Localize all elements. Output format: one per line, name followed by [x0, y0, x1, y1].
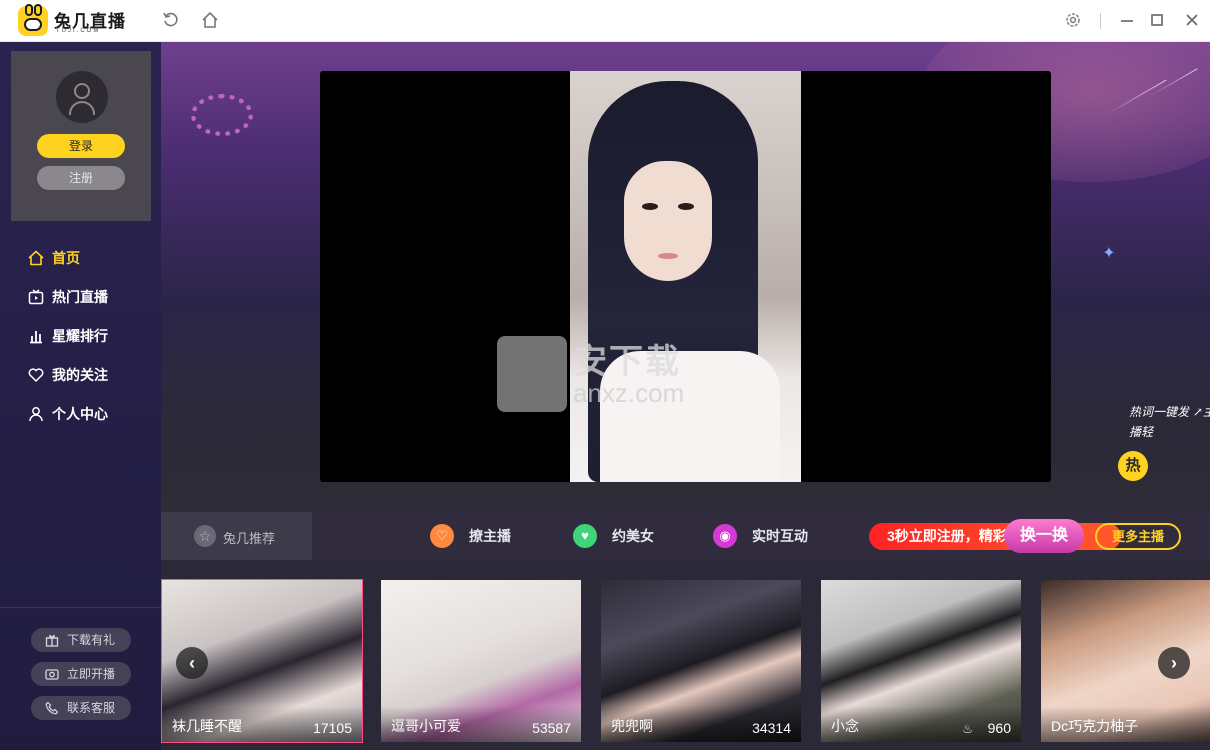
avatar-body — [69, 101, 95, 115]
sidebar-item-label: 个人中心 — [52, 406, 108, 422]
sidebar-item-label: 星耀排行 — [52, 328, 108, 344]
refresh-icon[interactable] — [161, 11, 181, 31]
streamer-name: 小念 — [831, 718, 859, 734]
tab-recommend-label: 兔几推荐 — [223, 531, 276, 546]
user-icon — [29, 407, 43, 422]
tab-label: 约美女 — [612, 528, 654, 544]
streamer-face — [624, 161, 712, 281]
sidebar-item-home[interactable]: 首页 — [28, 247, 148, 269]
tab-recommend[interactable]: ☆ 兔几推荐 — [161, 512, 312, 560]
decorative-ring — [191, 94, 253, 136]
chevron-left-icon[interactable]: ‹ — [176, 647, 208, 679]
sidebar-divider — [0, 607, 161, 608]
watermark-url: anxz.com — [573, 378, 685, 408]
app-logo — [18, 4, 48, 36]
maximize-icon[interactable] — [1147, 11, 1167, 31]
logo-ear — [34, 4, 42, 16]
register-button[interactable]: 注册 — [37, 166, 125, 190]
live-video-player[interactable] — [320, 71, 1051, 482]
chevron-right-icon[interactable]: › — [1158, 647, 1190, 679]
logo-ear — [25, 4, 33, 16]
contact-service-button[interactable]: 联系客服 — [31, 696, 131, 720]
gift-icon — [45, 635, 59, 647]
contact-service-label: 联系客服 — [67, 701, 116, 715]
streamer-card[interactable]: 逗哥小可爱 53587 — [381, 580, 581, 742]
lips-icon: ◉ — [713, 524, 737, 548]
category-tab-bar: ☆ 兔几推荐 ♡ 撩主播 ♥ 约美女 ◉ 实时互动 3秒立即注册，精彩 更多主播… — [161, 512, 1210, 560]
viewer-count: 34314 — [752, 720, 791, 736]
phone-icon — [45, 701, 59, 715]
streamer-name: Dc巧克力柚子 — [1051, 718, 1139, 734]
watermark-text: 安下载 — [573, 343, 681, 381]
start-live-label: 立即开播 — [67, 667, 116, 681]
logo-face — [24, 18, 42, 31]
home-icon — [28, 250, 44, 266]
titlebar-divider — [1100, 13, 1101, 29]
streamer-name: 袜几睡不醒 — [172, 718, 242, 734]
sidebar-item-profile[interactable]: 个人中心 — [28, 403, 148, 425]
streamer-eye — [642, 203, 658, 210]
sidebar-item-ranking[interactable]: 星耀排行 — [28, 325, 148, 347]
login-button[interactable]: 登录 — [37, 134, 125, 158]
viewer-count: 17105 — [313, 720, 352, 736]
streamer-eye — [678, 203, 694, 210]
avatar[interactable] — [56, 71, 108, 123]
hot-words-note: 热词一键发 ↗主播轻 — [1129, 405, 1210, 439]
download-gift-label: 下载有礼 — [67, 633, 116, 647]
home-icon[interactable] — [200, 11, 220, 31]
sidebar-item-label: 热门直播 — [52, 289, 108, 305]
sidebar: 登录 注册 首页 热门直播 星耀排行 我的关注 个人中心 下载有礼 立即开播 联… — [0, 42, 161, 750]
title-bar: 兔几直播 TUJI.COM — [0, 0, 1210, 42]
streamer-lips — [658, 253, 678, 259]
camera-icon — [45, 669, 59, 680]
sidebar-item-hot-live[interactable]: 热门直播 — [28, 286, 148, 308]
heart-icon — [28, 368, 44, 383]
download-gift-button[interactable]: 下载有礼 — [31, 628, 131, 652]
watermark-shield-icon — [497, 336, 567, 412]
switch-batch-button[interactable]: 换一换 — [1004, 519, 1084, 553]
minimize-icon[interactable] — [1117, 11, 1137, 31]
heart-chat-icon: ♥ — [573, 524, 597, 548]
tab-label: 撩主播 — [469, 528, 511, 544]
tv-icon — [28, 289, 44, 305]
avatar-head — [74, 83, 90, 99]
sparkle-star-icon: ✦ — [1102, 245, 1116, 262]
streamer-card[interactable]: 兜兜啊 34314 — [601, 580, 801, 742]
streamer-card[interactable]: 小念 ♨ 960 — [821, 580, 1021, 742]
hero-banner: ✦ 安下载 anxz.com 热词一键发 ↗主播轻 热 — [161, 42, 1210, 512]
fire-icon: ♨ — [962, 722, 973, 736]
star-icon: ☆ — [194, 525, 216, 547]
more-streamers-button[interactable]: 更多主播 — [1095, 523, 1181, 550]
bar-chart-icon — [30, 331, 42, 344]
app-subtitle: TUJI.COM — [56, 28, 101, 34]
close-icon[interactable] — [1182, 11, 1202, 31]
viewer-count: 53587 — [532, 720, 571, 736]
hot-badge-button[interactable]: 热 — [1118, 451, 1148, 481]
streamer-cards-row: 袜几睡不醒 17105 逗哥小可爱 53587 兜兜啊 34314 小念 ♨ 9… — [161, 560, 1210, 750]
watermark: 安下载 anxz.com — [497, 332, 717, 416]
sidebar-item-following[interactable]: 我的关注 — [28, 364, 148, 386]
streamer-name: 逗哥小可爱 — [391, 718, 461, 734]
streamer-name: 兜兜啊 — [611, 718, 653, 734]
sidebar-item-label: 首页 — [52, 250, 80, 266]
streamer-video-frame — [570, 71, 801, 482]
start-live-button[interactable]: 立即开播 — [31, 662, 131, 686]
settings-gear-icon[interactable] — [1063, 11, 1083, 31]
flirt-icon: ♡ — [430, 524, 454, 548]
tab-label: 实时互动 — [752, 528, 808, 544]
viewer-count: 960 — [987, 720, 1011, 736]
sidebar-item-label: 我的关注 — [52, 367, 108, 383]
user-card: 登录 注册 — [11, 51, 151, 221]
